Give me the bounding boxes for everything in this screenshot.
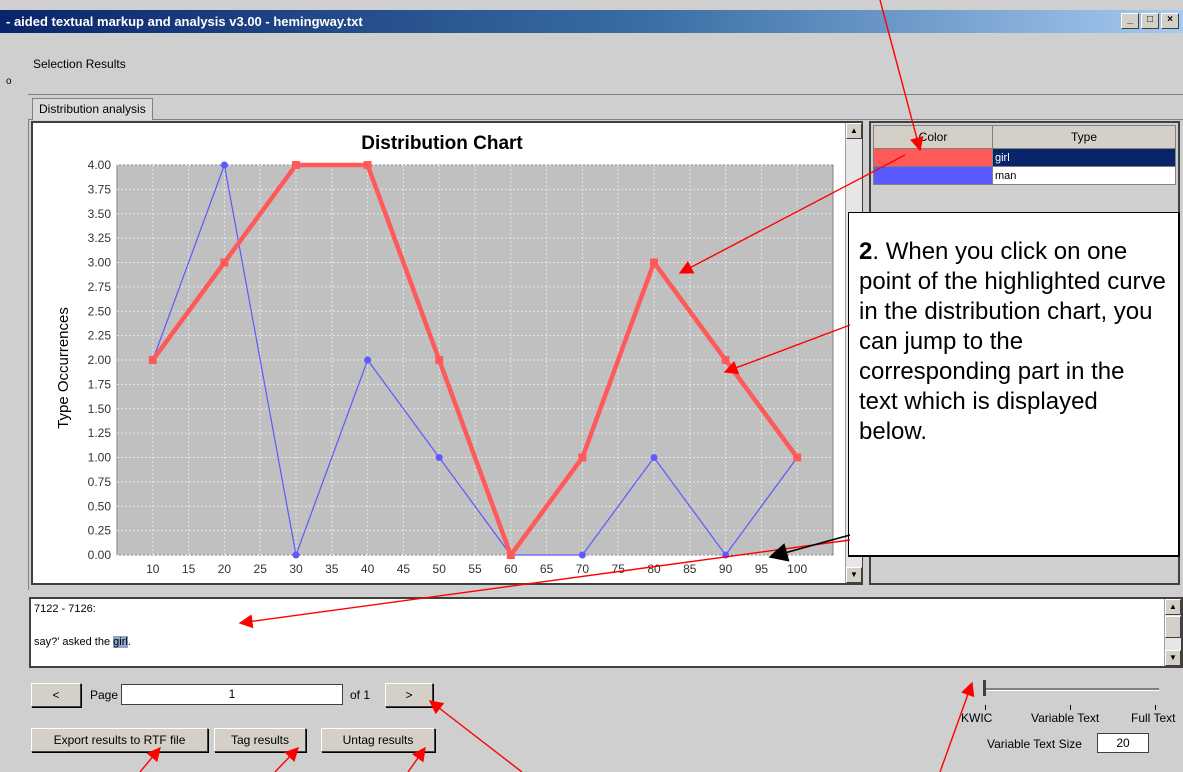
arrow-line: [768, 534, 851, 562]
arrow-line: [238, 539, 851, 629]
arrow-line: [879, 0, 924, 152]
arrow-line: [139, 746, 161, 772]
arrow-line: [939, 681, 975, 772]
arrow-line: [723, 324, 851, 375]
arrow-line: [274, 746, 299, 772]
arrow-line: [428, 700, 523, 772]
arrow-line: [678, 154, 906, 274]
arrow-line: [407, 746, 426, 772]
annotation-arrows: [139, 0, 975, 772]
